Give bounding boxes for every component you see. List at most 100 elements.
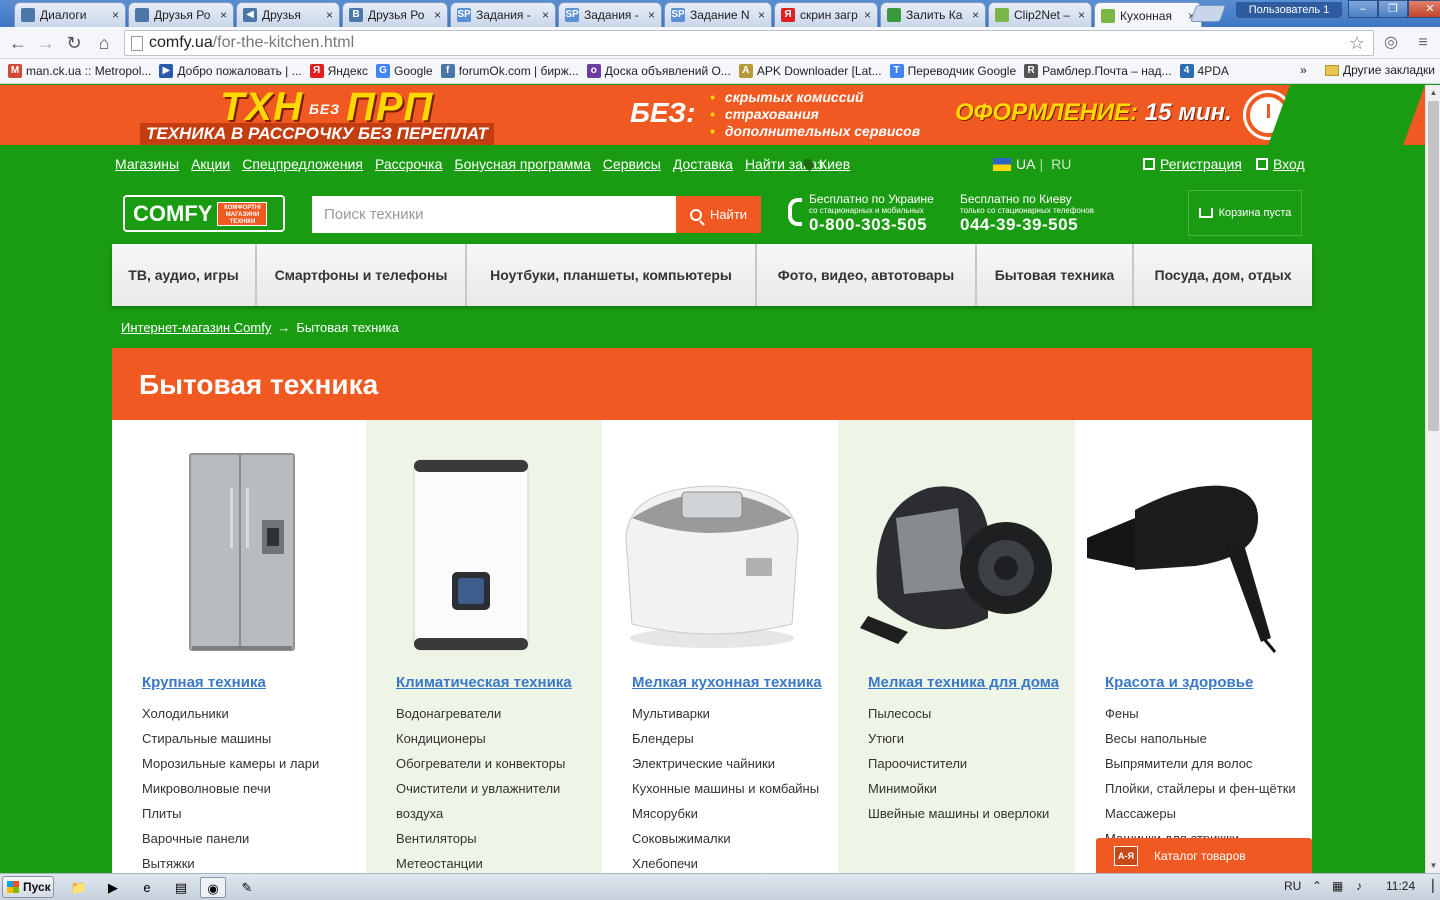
close-tab-icon[interactable]: ×: [112, 8, 119, 22]
bookmark-star-icon[interactable]: ☆: [1349, 33, 1365, 54]
list-item[interactable]: Хлебопечи: [632, 851, 819, 873]
tray-clock[interactable]: 11:24: [1386, 879, 1415, 893]
multicooker-image[interactable]: [602, 448, 838, 658]
column-title-beauty-health[interactable]: Красота и здоровье: [1105, 674, 1253, 691]
refrigerator-image[interactable]: [112, 448, 366, 658]
list-item[interactable]: Мясорубки: [632, 801, 819, 826]
close-tab-icon[interactable]: ×: [326, 8, 333, 22]
cart-button[interactable]: Корзина пуста: [1188, 190, 1302, 236]
close-tab-icon[interactable]: ×: [648, 8, 655, 22]
user-profile-badge[interactable]: Пользователь 1: [1236, 2, 1342, 18]
city-selector[interactable]: Киев: [801, 156, 850, 172]
list-item[interactable]: Холодильники: [142, 701, 319, 726]
other-bookmarks-folder[interactable]: Другие закладки: [1325, 63, 1435, 77]
page-scrollbar[interactable]: ▲ ▼: [1425, 85, 1440, 873]
column-title-home-appliances[interactable]: Мелкая техника для дома: [868, 674, 1059, 691]
bookmark-item[interactable]: 4 4PDA: [1179, 64, 1229, 78]
browser-tab[interactable]: SP Задания - ×: [558, 2, 662, 27]
list-item[interactable]: Массажеры: [1105, 801, 1296, 826]
bookmark-item[interactable]: o Доска объявлений О...: [586, 64, 731, 78]
list-item[interactable]: Весы напольные: [1105, 726, 1296, 751]
close-window-button[interactable]: ✕: [1408, 0, 1440, 18]
category-smartphones[interactable]: Смартфоны и телефоны: [257, 244, 467, 306]
extension-icon[interactable]: ◎: [1380, 32, 1402, 54]
promo-banner[interactable]: ТХН БЕЗ ПРП ТЕХНИКА В РАССРОЧКУ БЕЗ ПЕРЕПЛ…: [0, 85, 1425, 145]
bookmark-item[interactable]: R Рамблер.Почта – над...: [1024, 64, 1172, 78]
breadcrumb-home[interactable]: Интернет-магазин Comfy: [121, 320, 271, 335]
list-item[interactable]: Пароочистители: [868, 751, 1049, 776]
chrome-taskbar-icon[interactable]: ◉: [200, 877, 226, 898]
category-photo-video[interactable]: Фото, видео, автотовары: [757, 244, 977, 306]
restore-button[interactable]: ❐: [1378, 0, 1408, 18]
browser-tab[interactable]: Кухонная×: [1094, 2, 1202, 28]
scroll-thumb[interactable]: [1428, 101, 1439, 431]
list-item[interactable]: Кондиционеры: [396, 726, 565, 751]
list-item[interactable]: Соковыжималки: [632, 826, 819, 851]
list-item[interactable]: Кухонные машины и комбайны: [632, 776, 819, 801]
list-item[interactable]: Утюги: [868, 726, 1049, 751]
ie-icon[interactable]: e: [134, 877, 160, 898]
bookmark-item[interactable]: T Переводчик Google: [889, 64, 1016, 78]
tray-expand-icon[interactable]: ⌃: [1312, 879, 1322, 893]
list-item[interactable]: Плойки, стайлеры и фен-щётки: [1105, 776, 1296, 801]
bookmarks-overflow-button[interactable]: »: [1300, 63, 1307, 77]
water-heater-image[interactable]: [366, 448, 602, 658]
list-item[interactable]: Швейные машины и оверлоки: [868, 801, 1049, 826]
list-item[interactable]: Пылесосы: [868, 701, 1049, 726]
close-tab-icon[interactable]: ×: [1078, 8, 1085, 22]
home-icon[interactable]: ⌂: [92, 32, 116, 54]
list-item[interactable]: Очистители и увлажнители: [396, 776, 565, 801]
close-tab-icon[interactable]: ×: [220, 8, 227, 22]
hair-dryer-image[interactable]: [1075, 448, 1312, 658]
phone-kiev[interactable]: Бесплатно по Киеву только со стационарны…: [960, 192, 1094, 235]
search-button[interactable]: Найти: [676, 196, 761, 233]
lang-ru[interactable]: RU: [1051, 156, 1071, 172]
start-button[interactable]: Пуск: [2, 876, 54, 898]
top-link-services[interactable]: Сервисы: [603, 156, 661, 172]
minimize-button[interactable]: –: [1348, 0, 1378, 18]
top-link-installments[interactable]: Рассрочка: [375, 156, 442, 172]
column-title-climate[interactable]: Климатическая техника: [396, 674, 572, 691]
vacuum-cleaner-image[interactable]: [838, 448, 1075, 658]
list-item[interactable]: Обогреватели и конвекторы: [396, 751, 565, 776]
list-item[interactable]: Фены: [1105, 701, 1296, 726]
list-item[interactable]: Водонагреватели: [396, 701, 565, 726]
close-tab-icon[interactable]: ×: [758, 8, 765, 22]
top-link-bonus-program[interactable]: Бонусная программа: [454, 156, 590, 172]
scroll-down-icon[interactable]: ▼: [1426, 858, 1440, 873]
close-tab-icon[interactable]: ×: [434, 8, 441, 22]
reload-icon[interactable]: ↻: [62, 32, 86, 54]
column-title-large-appliances[interactable]: Крупная техника: [142, 674, 266, 691]
bookmark-item[interactable]: f forumOk.com | бирж...: [440, 64, 579, 78]
category-laptops[interactable]: Ноутбуки, планшеты, компьютеры: [467, 244, 757, 306]
explorer-icon[interactable]: 📁: [66, 877, 92, 898]
list-item[interactable]: Электрические чайники: [632, 751, 819, 776]
top-link-special-offers[interactable]: Спецпредложения: [242, 156, 363, 172]
phone-ukraine[interactable]: Бесплатно по Украине со стационарных и м…: [809, 192, 934, 235]
bookmark-item[interactable]: Я Яндекс: [309, 64, 368, 78]
top-link-promotions[interactable]: Акции: [191, 156, 230, 172]
top-link-stores[interactable]: Магазины: [115, 156, 179, 172]
list-item[interactable]: Плиты: [142, 801, 319, 826]
browser-tab[interactable]: SP Задание N ×: [664, 2, 772, 27]
close-tab-icon[interactable]: ×: [542, 8, 549, 22]
top-link-delivery[interactable]: Доставка: [673, 156, 733, 172]
media-player-icon[interactable]: ▶: [100, 877, 126, 898]
browser-tab[interactable]: Залить Ка ×: [880, 2, 986, 27]
list-item[interactable]: воздуха: [396, 801, 565, 826]
list-item[interactable]: Варочные панели: [142, 826, 319, 851]
search-input[interactable]: Поиск техники: [312, 196, 676, 233]
category-appliances[interactable]: Бытовая техника: [977, 244, 1134, 306]
browser-tab[interactable]: Диалоги ×: [14, 2, 126, 27]
list-item[interactable]: Стиральные машины: [142, 726, 319, 751]
tray-volume-icon[interactable]: ♪: [1356, 879, 1362, 893]
browser-tab[interactable]: B Друзья Ро ×: [342, 2, 448, 27]
show-desktop-icon[interactable]: ▕: [1424, 879, 1433, 893]
browser-tab[interactable]: Друзья Ро ×: [128, 2, 234, 27]
close-tab-icon[interactable]: ×: [972, 8, 979, 22]
category-dishes-home[interactable]: Посуда, дом, отдых: [1134, 244, 1312, 306]
login-link[interactable]: Вход: [1256, 156, 1305, 172]
notepad-icon[interactable]: ▤: [168, 877, 194, 898]
comfy-logo[interactable]: COMFY КОМФОРТНІ МАГАЗИНИ ТЕХНІКИ: [123, 195, 285, 232]
browser-tab[interactable]: ◀ Друзья ×: [236, 2, 340, 27]
